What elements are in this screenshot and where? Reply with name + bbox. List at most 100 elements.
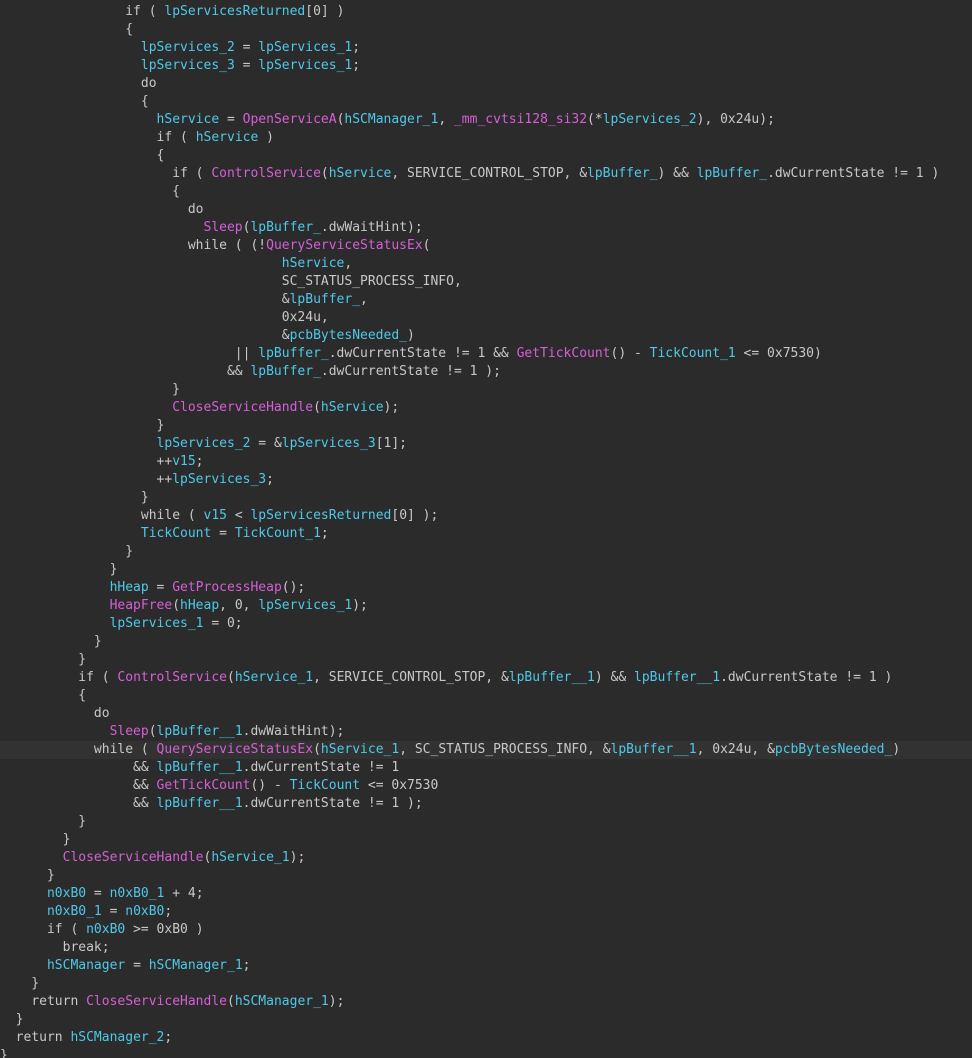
code-token-var: TickCount_1 <box>234 526 321 541</box>
code-line[interactable]: } <box>0 417 972 435</box>
code-line[interactable]: CloseServiceHandle(hService); <box>0 399 972 417</box>
code-token-plain: , 0x24u, & <box>696 742 775 757</box>
code-line[interactable]: { <box>0 687 972 705</box>
code-token-plain: = <box>86 886 110 901</box>
code-token-plain: ( <box>148 724 157 739</box>
code-token-plain: } <box>0 544 134 559</box>
code-line[interactable]: if ( ControlService(hService, SERVICE_CO… <box>0 165 972 183</box>
code-token-var: TickCount <box>289 778 361 793</box>
code-line[interactable]: ++lpServices_3; <box>0 471 972 489</box>
code-token-plain: ; <box>195 454 204 469</box>
code-token-plain: ); <box>352 598 368 613</box>
code-line[interactable]: HeapFree(hHeap, 0, lpServices_1); <box>0 597 972 615</box>
code-line[interactable]: lpServices_3 = lpServices_1; <box>0 57 972 75</box>
code-line[interactable]: n0xB0 = n0xB0_1 + 4; <box>0 885 972 903</box>
code-token-plain: ; <box>101 940 110 955</box>
code-line[interactable]: Sleep(lpBuffer_.dwWaitHint); <box>0 219 972 237</box>
code-line[interactable]: } <box>0 813 972 831</box>
code-line[interactable]: } <box>0 543 972 561</box>
code-token-var: lpBuffer__1 <box>610 742 697 757</box>
code-token-plain: ) && <box>594 670 635 685</box>
code-line[interactable]: TickCount = TickCount_1; <box>0 525 972 543</box>
code-token-plain: ; <box>164 1030 173 1045</box>
code-line[interactable]: do <box>0 705 972 723</box>
code-line[interactable]: && GetTickCount() - TickCount <= 0x7530 <box>0 777 972 795</box>
code-line[interactable]: 0x24u, <box>0 309 972 327</box>
code-token-plain: .dwCurrentState != 1 ) <box>767 166 940 181</box>
code-line[interactable]: return hSCManager_2; <box>0 1029 972 1047</box>
code-token-var: lpBuffer_ <box>289 292 361 307</box>
code-line[interactable]: { <box>0 21 972 39</box>
code-line[interactable]: hService = OpenServiceA(hSCManager_1, _m… <box>0 111 972 129</box>
code-token-plain: ; <box>164 904 173 919</box>
code-line[interactable]: n0xB0_1 = n0xB0; <box>0 903 972 921</box>
code-token-plain: ; <box>352 40 361 55</box>
code-line[interactable]: hService, <box>0 255 972 273</box>
code-line[interactable]: while ( QueryServiceStatusEx(hService_1,… <box>0 741 972 759</box>
code-token-plain: ++ <box>0 472 173 487</box>
code-line[interactable]: while ( (!QueryServiceStatusEx( <box>0 237 972 255</box>
code-token-plain: ( <box>172 598 181 613</box>
code-token-plain: || <box>0 346 259 361</box>
code-line[interactable]: do <box>0 201 972 219</box>
code-token-var: hSCManager_1 <box>234 994 329 1009</box>
code-line[interactable]: { <box>0 93 972 111</box>
code-line[interactable]: return CloseServiceHandle(hSCManager_1); <box>0 993 972 1011</box>
code-line[interactable]: } <box>0 633 972 651</box>
code-line[interactable]: } <box>0 381 972 399</box>
code-line[interactable]: if ( lpServicesReturned[0] ) <box>0 3 972 21</box>
code-line[interactable]: lpServices_1 = 0; <box>0 615 972 633</box>
code-line[interactable]: SC_STATUS_PROCESS_INFO, <box>0 273 972 291</box>
code-line[interactable]: } <box>0 867 972 885</box>
code-token-var: hSCManager_1 <box>344 112 439 127</box>
code-line[interactable]: ++v15; <box>0 453 972 471</box>
code-token-plain: = <box>125 958 149 973</box>
code-line[interactable]: lpServices_2 = &lpServices_3[1]; <box>0 435 972 453</box>
code-token-var: hSCManager <box>46 958 126 973</box>
code-token-kw: break <box>62 940 102 955</box>
code-token-plain: ( <box>172 130 196 145</box>
code-line[interactable]: if ( hService ) <box>0 129 972 147</box>
code-token-plain: & <box>0 292 290 307</box>
code-token-plain: .dwCurrentState != 1 <box>242 760 400 775</box>
code-token-func: GetProcessHeap <box>172 580 282 595</box>
code-line[interactable]: && lpBuffer_.dwCurrentState != 1 ); <box>0 363 972 381</box>
code-token-var: lpBuffer__1 <box>156 724 243 739</box>
code-line[interactable]: hHeap = GetProcessHeap(); <box>0 579 972 597</box>
code-token-plain: .dwCurrentState != 1 && <box>328 346 517 361</box>
code-line[interactable]: &lpBuffer_, <box>0 291 972 309</box>
code-line[interactable]: do <box>0 75 972 93</box>
code-line[interactable]: } <box>0 489 972 507</box>
code-line[interactable]: } <box>0 1047 972 1058</box>
code-line[interactable]: { <box>0 147 972 165</box>
code-line[interactable]: } <box>0 561 972 579</box>
code-line[interactable]: hSCManager = hSCManager_1; <box>0 957 972 975</box>
code-line[interactable]: if ( n0xB0 >= 0xB0 ) <box>0 921 972 939</box>
code-line[interactable]: } <box>0 1011 972 1029</box>
code-line[interactable]: || lpBuffer_.dwCurrentState != 1 && GetT… <box>0 345 972 363</box>
code-token-plain: ; <box>266 472 274 487</box>
code-line[interactable]: } <box>0 651 972 669</box>
code-token-var: lpServices_2 <box>140 40 235 55</box>
code-line[interactable]: if ( ControlService(hService_1, SERVICE_… <box>0 669 972 687</box>
code-line[interactable]: && lpBuffer__1.dwCurrentState != 1 ); <box>0 795 972 813</box>
code-token-var: hService_1 <box>320 742 400 757</box>
code-line[interactable]: while ( v15 < lpServicesReturned[0] ); <box>0 507 972 525</box>
code-token-kw: return <box>15 1030 63 1045</box>
code-line[interactable]: && lpBuffer__1.dwCurrentState != 1 <box>0 759 972 777</box>
code-line[interactable]: { <box>0 183 972 201</box>
code-line[interactable]: &pcbBytesNeeded_) <box>0 327 972 345</box>
code-token-plain: { <box>0 184 181 199</box>
code-editor[interactable]: if ( lpServicesReturned[0] ) { lpService… <box>0 0 972 1058</box>
code-line[interactable]: CloseServiceHandle(hService_1); <box>0 849 972 867</box>
code-token-var: n0xB0 <box>46 886 87 901</box>
code-line[interactable]: } <box>0 831 972 849</box>
code-line[interactable]: } <box>0 975 972 993</box>
code-token-var: lpBuffer__1 <box>508 670 595 685</box>
code-line[interactable]: Sleep(lpBuffer__1.dwWaitHint); <box>0 723 972 741</box>
code-line[interactable]: break; <box>0 939 972 957</box>
code-line[interactable]: lpServices_2 = lpServices_1; <box>0 39 972 57</box>
